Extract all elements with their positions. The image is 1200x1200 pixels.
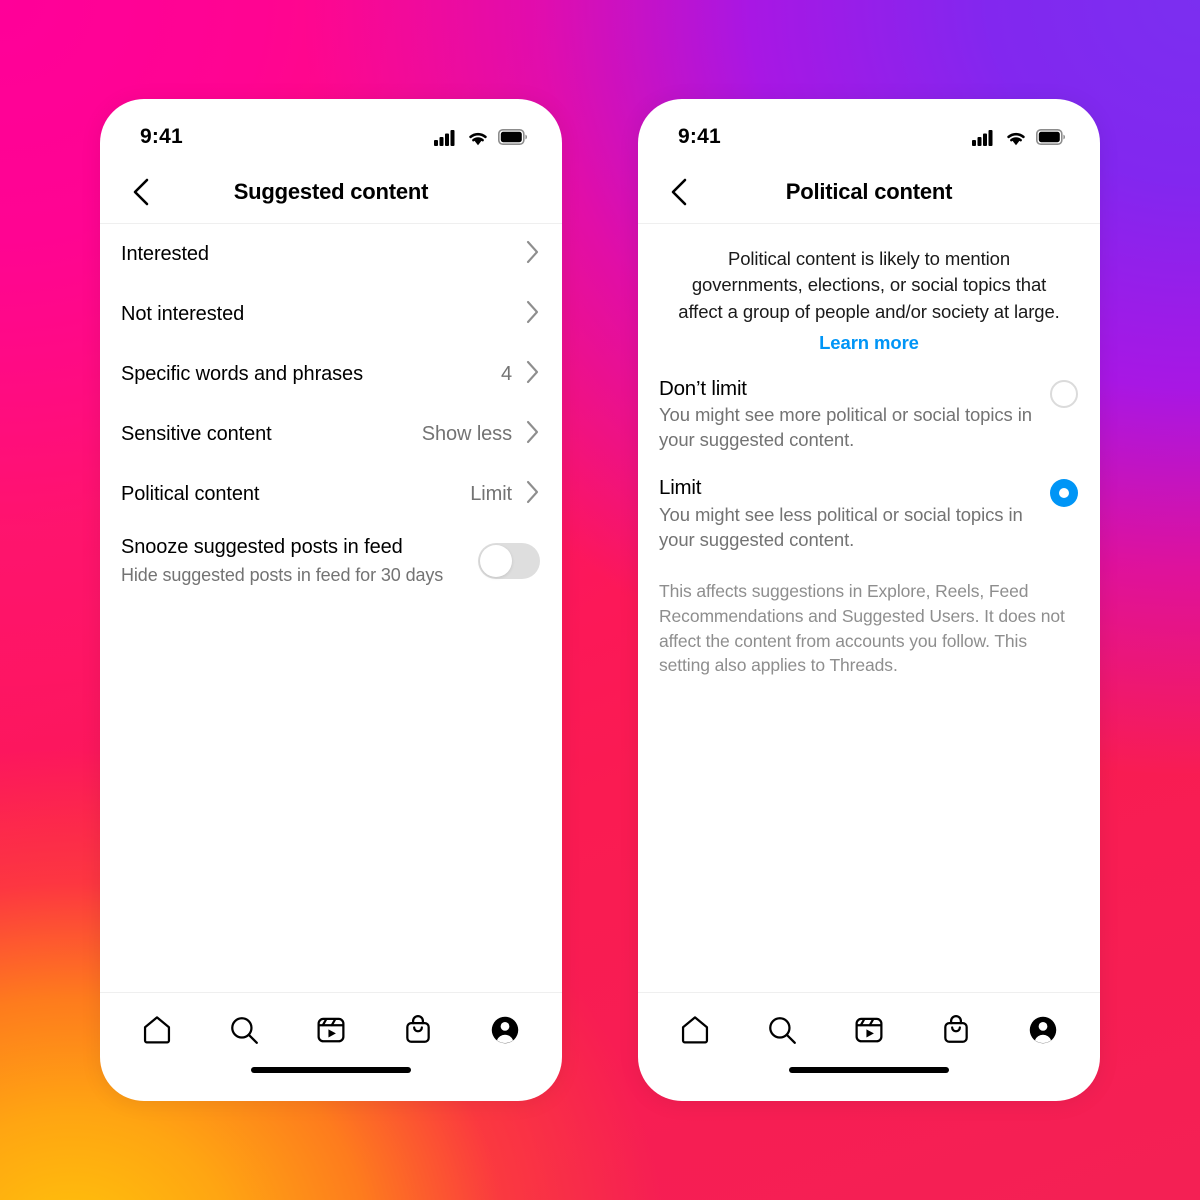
- tab-search[interactable]: [215, 1005, 273, 1055]
- settings-row-interested[interactable]: Interested: [100, 224, 562, 284]
- content-right: Political content is likely to mention g…: [638, 224, 1100, 992]
- wifi-icon: [1007, 132, 1025, 145]
- home-indicator-right: [638, 1067, 1100, 1101]
- tab-search[interactable]: [753, 1005, 811, 1055]
- tab-bar-left: [100, 993, 562, 1067]
- tab-shop[interactable]: [927, 1005, 985, 1055]
- settings-list: Interested Not interested Specific words…: [100, 224, 562, 597]
- home-indicator-left: [100, 1067, 562, 1101]
- shop-icon: [405, 1015, 430, 1043]
- chevron-left-icon: [671, 178, 687, 206]
- toggle-knob: [480, 544, 512, 577]
- radio-limit[interactable]: [1050, 479, 1078, 508]
- status-time: 9:41: [140, 125, 183, 148]
- radio-dont-limit[interactable]: [1050, 379, 1078, 408]
- option-subtitle: You might see less political or social t…: [659, 503, 1023, 550]
- tab-home[interactable]: [128, 1005, 186, 1055]
- nav-header-left: Suggested content: [100, 161, 562, 223]
- option-texts: Don’t limit You might see more political…: [659, 376, 1050, 454]
- tab-reels[interactable]: [840, 1005, 898, 1055]
- settings-row-value: 4: [500, 362, 512, 385]
- home-bar[interactable]: [251, 1067, 411, 1073]
- status-icons: [972, 129, 1066, 146]
- snooze-toggle-switch[interactable]: [478, 542, 540, 579]
- phone-mockup-left: 9:41 Suggested content Interested Not in…: [100, 99, 562, 1101]
- content-left: Interested Not interested Specific words…: [100, 224, 562, 992]
- status-bar-left: 9:41: [100, 99, 562, 161]
- settings-row-political-content[interactable]: Political content Limit: [100, 464, 562, 524]
- settings-row-label: Political content: [121, 482, 260, 505]
- status-icons: [434, 129, 528, 146]
- chevron-right-icon: [526, 360, 540, 389]
- option-row-limit[interactable]: Limit You might see less political or so…: [638, 453, 1100, 553]
- settings-row-label: Interested: [121, 242, 209, 265]
- cellular-signal-icon: [434, 129, 455, 146]
- page-title-left: Suggested content: [233, 179, 429, 204]
- tab-reels[interactable]: [302, 1005, 360, 1055]
- intro-description: Political content is likely to mention g…: [678, 248, 1060, 322]
- background-canvas: 9:41 Suggested content Interested Not in…: [0, 0, 1200, 1200]
- reels-icon: [855, 1017, 883, 1043]
- snooze-subtitle: Hide suggested posts in feed for 30 days: [121, 565, 444, 585]
- profile-icon: [1029, 1016, 1056, 1044]
- tab-shop[interactable]: [389, 1005, 447, 1055]
- snooze-texts: Snooze suggested posts in feed Hide sugg…: [121, 534, 478, 587]
- search-icon: [769, 1017, 797, 1044]
- option-title: Don’t limit: [659, 376, 747, 400]
- settings-row-snooze-suggested-posts[interactable]: Snooze suggested posts in feed Hide sugg…: [100, 524, 562, 597]
- option-texts: Limit You might see less political or so…: [659, 475, 1050, 553]
- chevron-right-icon: [526, 420, 540, 449]
- reels-icon: [317, 1017, 345, 1043]
- option-subtitle: You might see more political or social t…: [659, 404, 1032, 451]
- profile-icon: [491, 1016, 518, 1044]
- home-bar[interactable]: [789, 1067, 949, 1073]
- tab-home[interactable]: [666, 1005, 724, 1055]
- status-bar-right: 9:41: [638, 99, 1100, 161]
- wifi-icon: [469, 132, 487, 145]
- tab-bar-right: [638, 993, 1100, 1067]
- status-time: 9:41: [678, 125, 721, 148]
- settings-row-label: Sensitive content: [121, 422, 272, 445]
- back-button-left[interactable]: [122, 172, 162, 212]
- snooze-title: Snooze suggested posts in feed: [121, 536, 403, 558]
- settings-row-value: Limit: [470, 482, 512, 505]
- chevron-right-icon: [526, 300, 540, 329]
- chevron-right-icon: [526, 480, 540, 509]
- home-icon: [682, 1016, 709, 1044]
- settings-row-label: Not interested: [121, 302, 245, 325]
- settings-row-specific-words-and-phrases[interactable]: Specific words and phrases 4: [100, 344, 562, 404]
- tab-profile[interactable]: [1014, 1005, 1072, 1055]
- back-button-right[interactable]: [660, 172, 700, 212]
- tab-profile[interactable]: [476, 1005, 534, 1055]
- settings-row-label: Specific words and phrases: [121, 362, 363, 385]
- footnote-text: This affects suggestions in Explore, Ree…: [659, 580, 1065, 676]
- page-title-right: Political content: [785, 179, 953, 204]
- option-row-dont-limit[interactable]: Don’t limit You might see more political…: [638, 354, 1100, 454]
- chevron-left-icon: [133, 178, 149, 206]
- intro-block: Political content is likely to mention g…: [638, 224, 1100, 354]
- settings-row-not-interested[interactable]: Not interested: [100, 284, 562, 344]
- shop-icon: [943, 1015, 968, 1043]
- home-icon: [144, 1016, 171, 1044]
- battery-full-icon: [1036, 129, 1065, 145]
- settings-row-value: Show less: [421, 422, 512, 445]
- chevron-right-icon: [526, 240, 540, 269]
- settings-row-sensitive-content[interactable]: Sensitive content Show less: [100, 404, 562, 464]
- battery-full-icon: [498, 129, 527, 145]
- option-title: Limit: [659, 476, 702, 500]
- nav-header-right: Political content: [638, 161, 1100, 223]
- cellular-signal-icon: [972, 129, 993, 146]
- phone-mockup-right: 9:41 Political content Political content…: [638, 99, 1100, 1101]
- learn-more-link[interactable]: Learn more: [819, 332, 919, 354]
- search-icon: [231, 1017, 259, 1044]
